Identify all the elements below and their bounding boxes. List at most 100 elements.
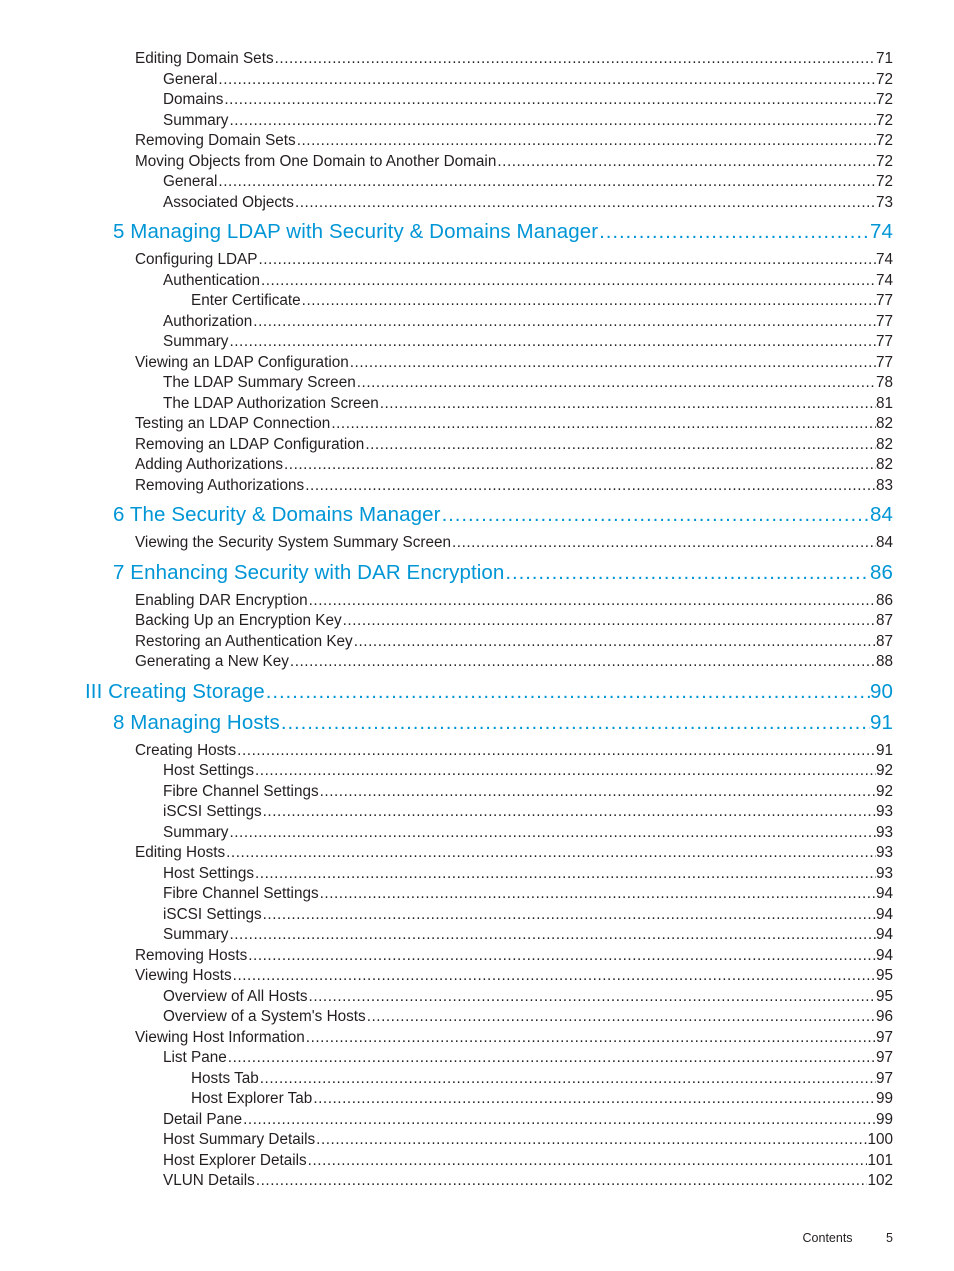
toc-entry[interactable]: Viewing the Security System Summary Scre…: [0, 534, 954, 555]
toc-entry[interactable]: Detail Pane99: [0, 1111, 954, 1132]
toc-leader-dots: [275, 50, 876, 68]
toc-entry-title: Removing Authorizations: [135, 477, 305, 495]
toc-entry[interactable]: Host Explorer Tab99: [0, 1090, 954, 1111]
toc-entry[interactable]: 6 The Security & Domains Manager84: [0, 503, 954, 534]
toc-entry[interactable]: Summary72: [0, 112, 954, 133]
toc-entry-title: Creating Hosts: [135, 742, 237, 760]
toc-entry[interactable]: 7 Enhancing Security with DAR Encryption…: [0, 561, 954, 592]
toc-entry[interactable]: Editing Domain Sets71: [0, 50, 954, 71]
toc-entry[interactable]: iSCSI Settings93: [0, 803, 954, 824]
toc-leader-dots: [255, 865, 876, 883]
toc-entry[interactable]: Associated Objects73: [0, 194, 954, 215]
toc-entry-page-number: 78: [876, 374, 893, 392]
toc-entry[interactable]: The LDAP Authorization Screen81: [0, 395, 954, 416]
toc-entry[interactable]: Restoring an Authentication Key87: [0, 633, 954, 654]
toc-entry[interactable]: iSCSI Settings94: [0, 906, 954, 927]
toc-entry[interactable]: The LDAP Summary Screen78: [0, 374, 954, 395]
toc-entry[interactable]: Overview of All Hosts95: [0, 988, 954, 1009]
toc-entry[interactable]: Removing Domain Sets72: [0, 132, 954, 153]
toc-entry[interactable]: 8 Managing Hosts 91: [0, 711, 954, 742]
toc-entry[interactable]: General72: [0, 71, 954, 92]
toc-entry-page-number: 99: [876, 1090, 893, 1108]
toc-entry[interactable]: Removing an LDAP Configuration82: [0, 436, 954, 457]
toc-entry-page-number: 84: [870, 503, 893, 527]
toc-entry[interactable]: 5 Managing LDAP with Security & Domains …: [0, 220, 954, 251]
toc-entry-page-number: 97: [876, 1029, 893, 1047]
toc-entry[interactable]: Backing Up an Encryption Key87: [0, 612, 954, 633]
toc-leader-dots: [228, 1049, 876, 1067]
toc-entry-title: General: [163, 71, 218, 89]
toc-entry[interactable]: Authorization 77: [0, 313, 954, 334]
toc-entry[interactable]: Overview of a System's Hosts96: [0, 1008, 954, 1029]
toc-entry[interactable]: Viewing an LDAP Configuration77: [0, 354, 954, 375]
toc-entry[interactable]: Viewing Hosts95: [0, 967, 954, 988]
toc-entry-title: Hosts Tab: [191, 1070, 260, 1088]
toc-entry-title: Viewing an LDAP Configuration: [135, 354, 350, 372]
toc-entry-page-number: 87: [876, 612, 893, 630]
toc-entry-page-number: 91: [870, 711, 893, 735]
toc-entry-title: Removing Hosts: [135, 947, 248, 965]
toc-entry[interactable]: Fibre Channel Settings92: [0, 783, 954, 804]
toc-leader-dots: [263, 803, 876, 821]
toc-entry[interactable]: Host Explorer Details101: [0, 1152, 954, 1173]
toc-entry[interactable]: General72: [0, 173, 954, 194]
toc-entry[interactable]: VLUN Details102: [0, 1172, 954, 1193]
toc-entry[interactable]: Configuring LDAP74: [0, 251, 954, 272]
toc-entry[interactable]: Testing an LDAP Connection82: [0, 415, 954, 436]
toc-entry[interactable]: Summary77: [0, 333, 954, 354]
toc-entry[interactable]: Enabling DAR Encryption86: [0, 592, 954, 613]
toc-entry[interactable]: Authentication74: [0, 272, 954, 293]
toc-entry-title: Enter Certificate: [191, 292, 302, 310]
toc-leader-dots: [295, 194, 876, 212]
toc-leader-dots: [255, 762, 876, 780]
toc-leader-dots: [305, 477, 876, 495]
toc-entry[interactable]: Domains72: [0, 91, 954, 112]
toc-entry-page-number: 100: [867, 1131, 893, 1149]
toc-entry[interactable]: III Creating Storage90: [0, 680, 954, 711]
toc-entry[interactable]: Creating Hosts 91: [0, 742, 954, 763]
toc-entry[interactable]: Removing Authorizations 83: [0, 477, 954, 498]
toc-entry-title: 8 Managing Hosts: [113, 711, 281, 735]
toc-entry[interactable]: List Pane97: [0, 1049, 954, 1070]
toc-entry-page-number: 90: [870, 680, 893, 704]
toc-leader-dots: [380, 395, 876, 413]
toc-entry[interactable]: Summary94: [0, 926, 954, 947]
toc-entry-page-number: 74: [876, 251, 893, 269]
toc-entry[interactable]: Generating a New Key88: [0, 653, 954, 674]
toc-entry[interactable]: Hosts Tab97: [0, 1070, 954, 1091]
toc-entry-page-number: 77: [876, 333, 893, 351]
toc-entry[interactable]: Editing Hosts93: [0, 844, 954, 865]
toc-entry-title: Summary: [163, 824, 229, 842]
toc-entry[interactable]: Enter Certificate77: [0, 292, 954, 313]
toc-entry-title: Authorization: [163, 313, 253, 331]
toc-entry-title: General: [163, 173, 218, 191]
toc-entry-page-number: 72: [876, 112, 893, 130]
toc-entry[interactable]: Viewing Host Information97: [0, 1029, 954, 1050]
toc-entry-title: 5 Managing LDAP with Security & Domains …: [113, 220, 599, 244]
toc-entry[interactable]: Adding Authorizations82: [0, 456, 954, 477]
toc-entry[interactable]: Summary93: [0, 824, 954, 845]
toc-leader-dots: [309, 988, 876, 1006]
toc-entry[interactable]: Removing Hosts94: [0, 947, 954, 968]
toc-entry-title: Viewing the Security System Summary Scre…: [135, 534, 452, 552]
toc-entry-page-number: 86: [876, 592, 893, 610]
toc-entry[interactable]: Fibre Channel Settings94: [0, 885, 954, 906]
toc-entry-page-number: 72: [876, 153, 893, 171]
footer-page-number: 5: [886, 1231, 893, 1245]
toc-entry-page-number: 88: [876, 653, 893, 671]
toc-leader-dots: [258, 251, 876, 269]
toc-entry[interactable]: Host Settings92: [0, 762, 954, 783]
toc-entry-page-number: 77: [876, 313, 893, 331]
toc-entry-title: Fibre Channel Settings: [163, 783, 320, 801]
toc-leader-dots: [233, 967, 876, 985]
toc-entry-page-number: 91: [876, 742, 893, 760]
toc-entry[interactable]: Host Summary Details100: [0, 1131, 954, 1152]
toc-entry-page-number: 83: [876, 477, 893, 495]
toc-entry[interactable]: Host Settings93: [0, 865, 954, 886]
toc-leader-dots: [354, 633, 876, 651]
toc-entry-title: Restoring an Authentication Key: [135, 633, 354, 651]
toc-leader-dots: [302, 292, 876, 310]
toc-entry-page-number: 92: [876, 762, 893, 780]
toc-entry-page-number: 96: [876, 1008, 893, 1026]
toc-entry[interactable]: Moving Objects from One Domain to Anothe…: [0, 153, 954, 174]
